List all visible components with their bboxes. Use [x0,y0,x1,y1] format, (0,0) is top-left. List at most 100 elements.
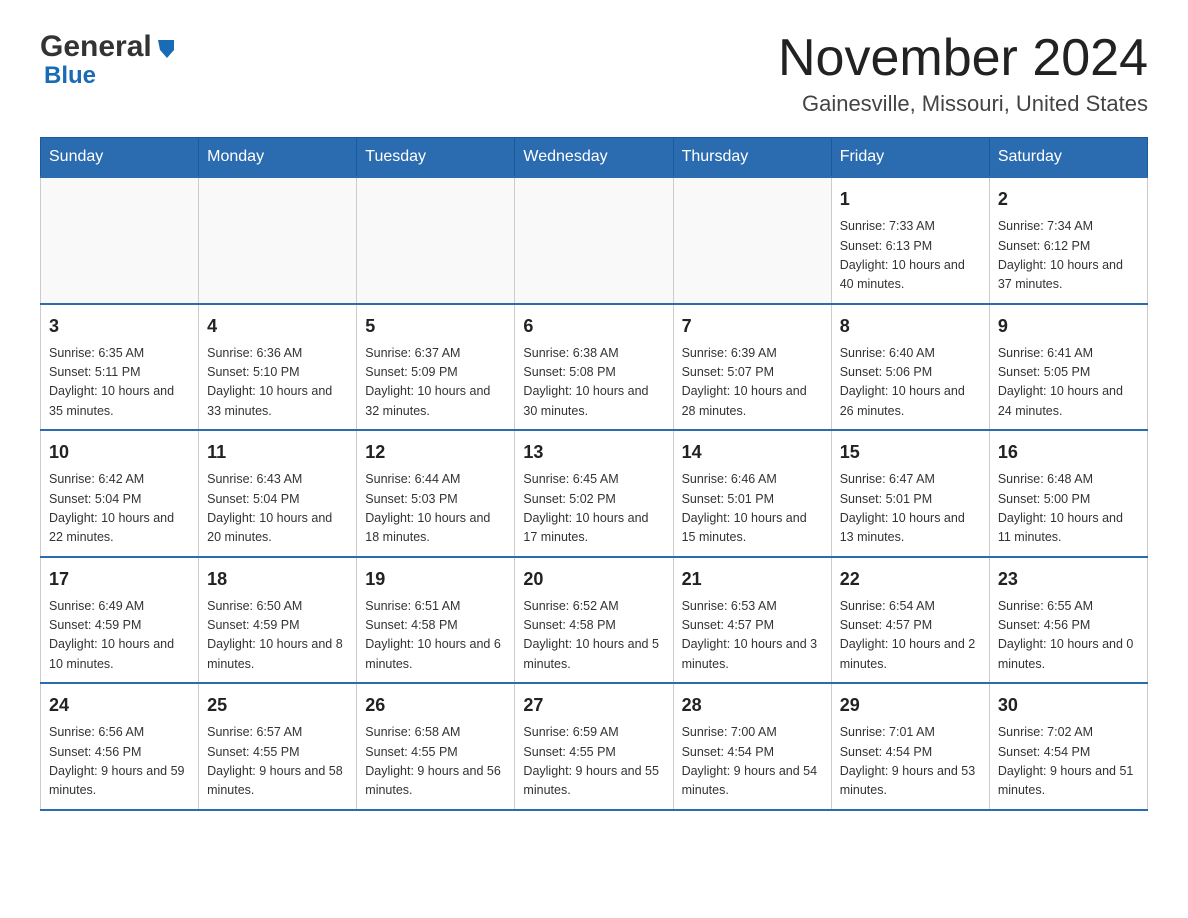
day-number: 6 [523,313,664,340]
weekday-header-tuesday: Tuesday [357,138,515,178]
day-info: Sunrise: 6:41 AM Sunset: 5:05 PM Dayligh… [998,344,1139,422]
day-info: Sunrise: 7:02 AM Sunset: 4:54 PM Dayligh… [998,723,1139,801]
day-info: Sunrise: 6:53 AM Sunset: 4:57 PM Dayligh… [682,597,823,675]
day-info: Sunrise: 6:58 AM Sunset: 4:55 PM Dayligh… [365,723,506,801]
calendar-cell: 8 Sunrise: 6:40 AM Sunset: 5:06 PM Daylig… [831,304,989,431]
weekday-header-wednesday: Wednesday [515,138,673,178]
calendar-cell: 3 Sunrise: 6:35 AM Sunset: 5:11 PM Daylig… [41,304,199,431]
weekday-header-row: SundayMondayTuesdayWednesdayThursdayFrid… [41,138,1148,178]
calendar-cell: 14 Sunrise: 6:46 AM Sunset: 5:01 PM Dayli… [673,430,831,557]
calendar-cell: 11 Sunrise: 6:43 AM Sunset: 5:04 PM Dayli… [199,430,357,557]
calendar-cell: 12 Sunrise: 6:44 AM Sunset: 5:03 PM Dayli… [357,430,515,557]
calendar-cell [673,177,831,304]
logo-blue-text: Blue [44,62,96,89]
weekday-header-friday: Friday [831,138,989,178]
day-info: Sunrise: 6:55 AM Sunset: 4:56 PM Dayligh… [998,597,1139,675]
day-info: Sunrise: 6:56 AM Sunset: 4:56 PM Dayligh… [49,723,190,801]
day-number: 2 [998,186,1139,213]
day-number: 26 [365,692,506,719]
day-number: 22 [840,566,981,593]
calendar-table: SundayMondayTuesdayWednesdayThursdayFrid… [40,137,1148,811]
day-info: Sunrise: 6:50 AM Sunset: 4:59 PM Dayligh… [207,597,348,675]
day-info: Sunrise: 6:40 AM Sunset: 5:06 PM Dayligh… [840,344,981,422]
day-number: 19 [365,566,506,593]
day-number: 29 [840,692,981,719]
day-info: Sunrise: 6:52 AM Sunset: 4:58 PM Dayligh… [523,597,664,675]
calendar-cell: 10 Sunrise: 6:42 AM Sunset: 5:04 PM Dayli… [41,430,199,557]
title-area: November 2024 Gainesville, Missouri, Uni… [778,30,1148,117]
calendar-cell: 23 Sunrise: 6:55 AM Sunset: 4:56 PM Dayli… [989,557,1147,684]
day-number: 13 [523,439,664,466]
day-info: Sunrise: 6:47 AM Sunset: 5:01 PM Dayligh… [840,470,981,548]
day-info: Sunrise: 6:38 AM Sunset: 5:08 PM Dayligh… [523,344,664,422]
calendar-cell: 17 Sunrise: 6:49 AM Sunset: 4:59 PM Dayli… [41,557,199,684]
calendar-cell: 4Sunrise: 6:36 AM Sunset: 5:10 PM Daylig… [199,304,357,431]
calendar-cell: 13Sunrise: 6:45 AM Sunset: 5:02 PM Dayli… [515,430,673,557]
calendar-cell: 20 Sunrise: 6:52 AM Sunset: 4:58 PM Dayli… [515,557,673,684]
day-number: 21 [682,566,823,593]
calendar-cell: 5Sunrise: 6:37 AM Sunset: 5:09 PM Daylig… [357,304,515,431]
day-number: 3 [49,313,190,340]
calendar-cell: 21 Sunrise: 6:53 AM Sunset: 4:57 PM Dayli… [673,557,831,684]
day-number: 20 [523,566,664,593]
calendar-cell: 1Sunrise: 7:33 AM Sunset: 6:13 PM Daylig… [831,177,989,304]
day-number: 15 [840,439,981,466]
day-info: Sunrise: 6:42 AM Sunset: 5:04 PM Dayligh… [49,470,190,548]
weekday-header-saturday: Saturday [989,138,1147,178]
calendar-cell: 30 Sunrise: 7:02 AM Sunset: 4:54 PM Dayli… [989,683,1147,810]
day-number: 5 [365,313,506,340]
day-number: 7 [682,313,823,340]
header: General Blue November 2024 Gainesville, … [40,30,1148,117]
calendar-cell: 7Sunrise: 6:39 AM Sunset: 5:07 PM Daylig… [673,304,831,431]
calendar-cell: 22 Sunrise: 6:54 AM Sunset: 4:57 PM Dayli… [831,557,989,684]
calendar-cell: 29Sunrise: 7:01 AM Sunset: 4:54 PM Dayli… [831,683,989,810]
calendar-cell [41,177,199,304]
day-info: Sunrise: 6:59 AM Sunset: 4:55 PM Dayligh… [523,723,664,801]
day-info: Sunrise: 7:34 AM Sunset: 6:12 PM Dayligh… [998,217,1139,295]
day-number: 14 [682,439,823,466]
calendar-cell: 9Sunrise: 6:41 AM Sunset: 5:05 PM Daylig… [989,304,1147,431]
day-number: 8 [840,313,981,340]
day-number: 25 [207,692,348,719]
day-info: Sunrise: 6:35 AM Sunset: 5:11 PM Dayligh… [49,344,190,422]
weekday-header-monday: Monday [199,138,357,178]
calendar-cell [199,177,357,304]
day-number: 27 [523,692,664,719]
calendar-cell: 19Sunrise: 6:51 AM Sunset: 4:58 PM Dayli… [357,557,515,684]
day-info: Sunrise: 7:33 AM Sunset: 6:13 PM Dayligh… [840,217,981,295]
month-title: November 2024 [778,30,1148,87]
day-number: 11 [207,439,348,466]
day-info: Sunrise: 6:43 AM Sunset: 5:04 PM Dayligh… [207,470,348,548]
day-info: Sunrise: 6:49 AM Sunset: 4:59 PM Dayligh… [49,597,190,675]
calendar-cell: 16 Sunrise: 6:48 AM Sunset: 5:00 PM Dayli… [989,430,1147,557]
day-info: Sunrise: 6:57 AM Sunset: 4:55 PM Dayligh… [207,723,348,801]
day-info: Sunrise: 6:36 AM Sunset: 5:10 PM Dayligh… [207,344,348,422]
day-number: 24 [49,692,190,719]
week-row-2: 3 Sunrise: 6:35 AM Sunset: 5:11 PM Daylig… [41,304,1148,431]
day-number: 18 [207,566,348,593]
day-number: 30 [998,692,1139,719]
calendar-cell: 24 Sunrise: 6:56 AM Sunset: 4:56 PM Dayli… [41,683,199,810]
calendar-cell: 26 Sunrise: 6:58 AM Sunset: 4:55 PM Dayli… [357,683,515,810]
calendar-cell: 28Sunrise: 7:00 AM Sunset: 4:54 PM Dayli… [673,683,831,810]
logo-general-text: General [40,30,152,64]
calendar-cell [357,177,515,304]
day-number: 16 [998,439,1139,466]
week-row-5: 24 Sunrise: 6:56 AM Sunset: 4:56 PM Dayli… [41,683,1148,810]
calendar-cell: 15 Sunrise: 6:47 AM Sunset: 5:01 PM Dayli… [831,430,989,557]
week-row-4: 17 Sunrise: 6:49 AM Sunset: 4:59 PM Dayli… [41,557,1148,684]
day-number: 12 [365,439,506,466]
location-text: Gainesville, Missouri, United States [778,91,1148,117]
day-number: 23 [998,566,1139,593]
logo-arrow-icon [156,36,178,63]
calendar-cell: 18 Sunrise: 6:50 AM Sunset: 4:59 PM Dayli… [199,557,357,684]
week-row-1: 1Sunrise: 7:33 AM Sunset: 6:13 PM Daylig… [41,177,1148,304]
day-info: Sunrise: 6:48 AM Sunset: 5:00 PM Dayligh… [998,470,1139,548]
day-number: 10 [49,439,190,466]
week-row-3: 10 Sunrise: 6:42 AM Sunset: 5:04 PM Dayli… [41,430,1148,557]
day-info: Sunrise: 6:46 AM Sunset: 5:01 PM Dayligh… [682,470,823,548]
day-info: Sunrise: 6:44 AM Sunset: 5:03 PM Dayligh… [365,470,506,548]
calendar-cell [515,177,673,304]
day-info: Sunrise: 6:54 AM Sunset: 4:57 PM Dayligh… [840,597,981,675]
day-number: 17 [49,566,190,593]
